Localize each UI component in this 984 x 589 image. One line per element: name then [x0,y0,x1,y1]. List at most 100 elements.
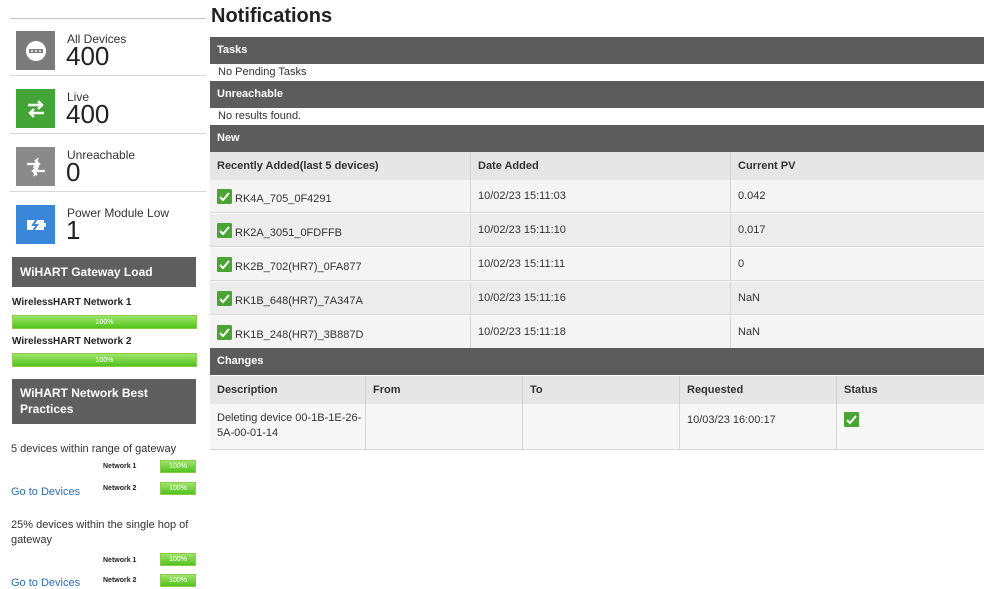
main-content: Notifications Tasks No Pending Tasks Unr… [210,0,984,589]
network-2-load-bar: 100% [12,353,197,367]
date-added: 10/02/23 15:11:16 [478,292,566,304]
range-network-2-label: Network 2 [103,485,137,492]
to-cell [523,404,680,450]
battery-low-icon [16,205,55,244]
network-2-load-fill: 100% [13,354,196,366]
current-pv: 0.017 [738,224,766,236]
table-row[interactable]: RK1B_248(HR7)_3B887D 10/02/23 15:11:18 N… [210,316,984,349]
unreachable-message: No results found. [210,108,984,125]
date-added: 10/02/23 15:11:10 [478,224,566,236]
network-1-load-value: 100% [95,318,114,326]
range-network-2-fill: 100% [161,483,195,494]
table-row[interactable]: RK2B_702(HR7)_0FA877 10/02/23 15:11:11 0 [210,248,984,281]
hop-network-2-value: 100% [169,577,187,584]
new-header: New [210,125,984,152]
range-network-2-value: 100% [169,485,187,492]
table-row[interactable]: RK2A_3051_0FDFFB 10/02/23 15:11:10 0.017 [210,214,984,247]
page-title: Notifications [211,5,333,27]
network-2-load-label: WirelessHART Network 2 [12,336,132,347]
tasks-message: No Pending Tasks [210,64,984,81]
current-pv: 0.042 [738,190,766,202]
check-icon [844,412,859,427]
status-cell [837,404,984,450]
live-devices-card[interactable]: Live 400 [10,77,206,134]
date-added: 10/02/23 15:11:18 [478,326,566,338]
device-cell: RK1B_248(HR7)_3B887D [210,316,471,349]
device-name[interactable]: RK2A_3051_0FDFFB [235,227,342,239]
range-network-1-bar: 100% [160,460,196,473]
check-icon [217,257,232,272]
table-row[interactable]: RK1B_648(HR7)_7A347A 10/02/23 15:11:16 N… [210,282,984,315]
check-icon [217,291,232,306]
col-status[interactable]: Status [837,376,984,404]
network-1-load-bar: 100% [12,315,197,329]
unreachable-count: 0 [66,157,81,187]
best-practices-header: WiHART Network Best Practices [12,379,196,424]
hop-network-1-label: Network 1 [103,557,137,564]
device-name[interactable]: RK4A_705_0F4291 [235,193,332,205]
unreachable-card[interactable]: Unreachable 0 [10,135,206,192]
power-module-low-count: 1 [66,215,81,245]
live-count: 400 [66,99,110,129]
range-of-gateway-text: 5 devices within range of gateway [11,443,177,455]
col-date-added[interactable]: Date Added [471,152,731,180]
date-cell: 10/02/23 15:11:16 [471,282,731,315]
hop-network-1-fill: 100% [161,554,195,565]
date-cell: 10/02/23 15:11:10 [471,214,731,247]
changes-table-header: Description From To Requested Status [210,376,984,404]
date-cell: 10/02/23 15:11:11 [471,248,731,281]
table-row[interactable]: Deleting device 00-1B-1E-26-5A-00-01-14 … [210,404,984,450]
device-cell: RK2B_702(HR7)_0FA877 [210,248,471,281]
power-module-low-label: Power Module Low [67,206,170,220]
col-current-pv[interactable]: Current PV [731,152,984,180]
new-table-header: Recently Added(last 5 devices) Date Adde… [210,152,984,180]
tasks-header: Tasks [210,37,984,64]
pv-cell: NaN [731,316,984,349]
hop-network-2-bar: 100% [160,574,196,587]
all-devices-count: 400 [66,41,110,71]
current-pv: 0 [738,258,745,270]
all-devices-card[interactable]: All Devices 400 [10,19,206,76]
range-network-2-bar: 100% [160,482,196,495]
range-network-1-value: 100% [169,463,187,470]
network-1-load-fill: 100% [13,316,196,328]
unreachable-icon [16,147,55,186]
device-cell: RK1B_648(HR7)_7A347A [210,282,471,315]
device-name[interactable]: RK1B_248(HR7)_3B887D [235,329,363,341]
device-cell: RK4A_705_0F4291 [210,180,471,213]
date-added: 10/02/23 15:11:11 [478,258,566,270]
current-pv: NaN [738,292,761,304]
unreachable-header: Unreachable [210,81,984,108]
date-cell: 10/02/23 15:11:18 [471,316,731,349]
check-icon [217,189,232,204]
table-row[interactable]: RK4A_705_0F4291 10/02/23 15:11:03 0.042 [210,180,984,213]
device-name[interactable]: RK2B_702(HR7)_0FA877 [235,261,362,273]
hop-network-2-fill: 100% [161,575,195,586]
pv-cell: 0 [731,248,984,281]
current-pv: NaN [738,326,761,338]
col-description[interactable]: Description [210,376,366,404]
network-1-load-label: WirelessHART Network 1 [12,297,132,308]
check-icon [217,223,232,238]
range-network-1-label: Network 1 [103,463,137,470]
changes-header: Changes [210,348,984,375]
pv-cell: 0.042 [731,180,984,213]
col-requested[interactable]: Requested [680,376,837,404]
range-network-1-fill: 100% [161,461,195,472]
check-icon [217,325,232,340]
pv-cell: 0.017 [731,214,984,247]
col-from[interactable]: From [366,376,523,404]
requested-time: 10/03/23 16:00:17 [687,414,776,426]
hop-network-2-label: Network 2 [103,577,137,584]
go-to-devices-link[interactable]: Go to Devices [11,486,80,498]
device-name[interactable]: RK1B_648(HR7)_7A347A [235,295,363,307]
col-recently-added[interactable]: Recently Added(last 5 devices) [210,152,471,180]
go-to-devices-link[interactable]: Go to Devices [11,577,80,589]
from-cell [366,404,523,450]
col-to[interactable]: To [523,376,680,404]
device-cell: RK2A_3051_0FDFFB [210,214,471,247]
pv-cell: NaN [731,282,984,315]
power-module-low-card[interactable]: Power Module Low 1 [10,193,206,250]
requested-cell: 10/03/23 16:00:17 [680,404,837,450]
description-cell: Deleting device 00-1B-1E-26-5A-00-01-14 [210,404,366,450]
